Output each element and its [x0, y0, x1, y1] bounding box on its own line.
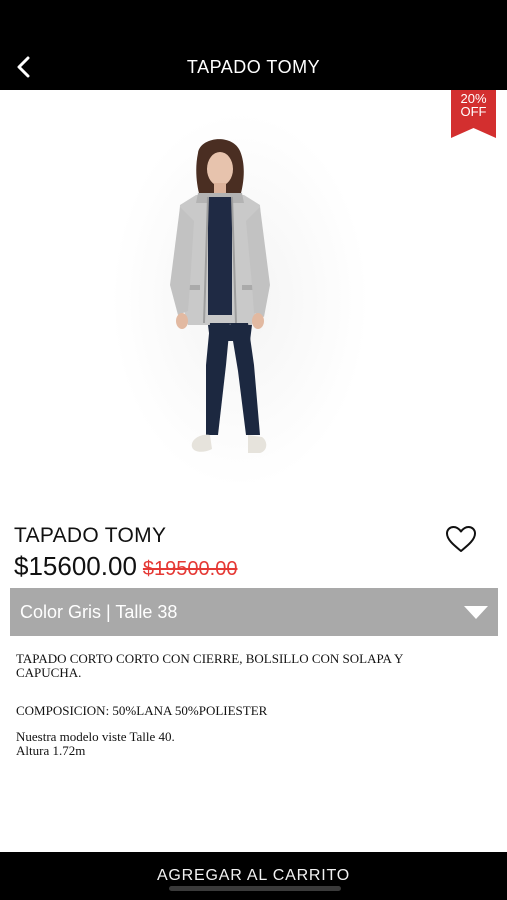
badge-off: OFF [460, 104, 487, 119]
add-to-cart-label: AGREGAR AL CARRITO [156, 867, 351, 884]
current-price: $15600.00 [14, 551, 137, 581]
discount-badge: 20% OFF [451, 90, 496, 138]
price-row: $15600.00 $19500.00 [14, 551, 237, 582]
model-size-text: Nuestra modelo viste Talle 40. [16, 729, 175, 744]
home-indicator [169, 886, 341, 891]
discount-badge-label: 20% OFF [451, 92, 496, 118]
favorite-button[interactable] [445, 525, 477, 553]
variant-dropdown[interactable]: Color Gris | Talle 38 [10, 588, 498, 636]
product-description: TAPADO CORTO CORTO CON CIERRE, BOLSILLO … [16, 651, 403, 680]
page-title: TAPADO TOMY [186, 57, 321, 77]
top-bar: TAPADO TOMY [0, 0, 507, 90]
add-to-cart-button[interactable]: AGREGAR AL CARRITO [0, 852, 507, 900]
product-photo [170, 139, 270, 453]
product-image-carousel[interactable] [0, 90, 507, 510]
composition-text: COMPOSICION: 50%LANA 50%POLIESTER [16, 703, 268, 718]
product-name: TAPADO TOMY [14, 524, 167, 547]
caret-down-icon [464, 606, 488, 619]
original-price: $19500.00 [142, 558, 238, 580]
heart-outline-icon [446, 526, 476, 552]
variant-selected-value: Color Gris | Talle 38 [20, 601, 178, 622]
model-height-text: Altura 1.72m [16, 743, 86, 758]
